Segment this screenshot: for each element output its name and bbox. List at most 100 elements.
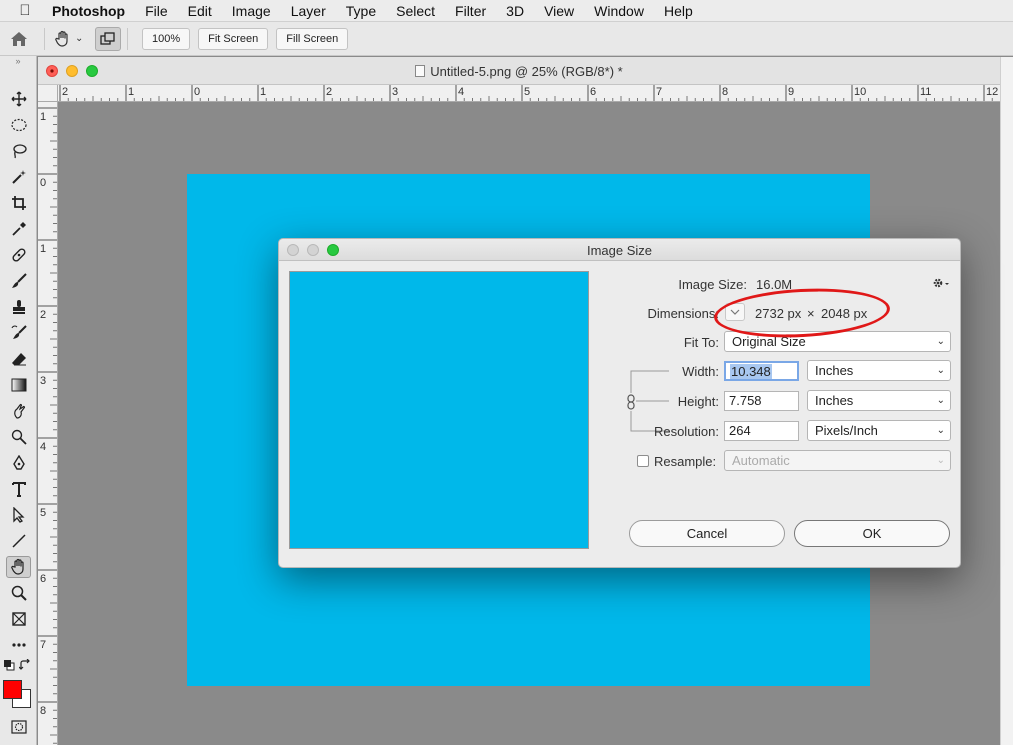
menu-window[interactable]: Window [584,0,654,22]
image-size-label: Image Size: [678,277,747,292]
image-preview[interactable] [289,271,589,549]
menu-bar:  Photoshop File Edit Image Layer Type S… [0,0,1013,22]
menu-3d[interactable]: 3D [496,0,534,22]
dodge-tool-icon[interactable] [6,426,31,448]
height-value: 7.758 [729,393,762,408]
marquee-tool-icon[interactable] [6,114,31,136]
hand-tool-icon[interactable] [6,556,31,578]
resolution-value: 264 [729,423,751,438]
width-input[interactable]: 10.348 [724,361,799,381]
path-selection-tool-icon[interactable] [6,504,31,526]
document-title-bar: Untitled-5.png @ 25% (RGB/8*) * [38,57,1000,85]
fill-screen-button[interactable]: Fill Screen [276,27,349,50]
more-tools-icon[interactable] [6,634,31,656]
dialog-title: Image Size [586,243,653,258]
ruler-v-label: 5 [40,507,46,519]
width-unit-value: Inches [815,363,854,378]
zoom-100-button[interactable]: 100% [142,27,191,50]
menu-layer[interactable]: Layer [281,0,336,22]
fit-screen-button[interactable]: Fit Screen [198,27,269,50]
brush-tool-icon[interactable] [6,270,31,292]
resolution-input[interactable]: 264 [724,421,799,441]
options-divider [127,27,128,50]
menu-select[interactable]: Select [386,0,445,22]
menu-view[interactable]: View [534,0,584,22]
quick-mask-icon[interactable] [6,716,31,738]
eyedropper-tool-icon[interactable] [6,218,31,240]
height-unit-select[interactable]: Inches ⌄ [807,390,951,411]
menu-filter[interactable]: Filter [445,0,496,22]
ruler-h-label: 12 [986,86,998,98]
pen-tool-icon[interactable] [6,452,31,474]
resolution-unit-select[interactable]: Pixels/Inch ⌄ [807,420,951,441]
width-value: 10.348 [730,364,772,379]
resample-checkbox[interactable] [637,455,649,467]
options-bar: ⌄ 100% Fit Screen Fill Screen [0,22,1013,56]
move-tool-icon[interactable] [6,88,31,110]
history-brush-tool-icon[interactable] [6,322,31,344]
chevron-down-icon: ⌄ [936,395,945,406]
ruler-h-label: 2 [62,86,68,98]
ruler-origin[interactable] [38,85,58,102]
ok-button[interactable]: OK [794,520,950,547]
vertical-scrollbar[interactable] [1000,57,1013,745]
ruler-h-label: 6 [590,86,596,98]
type-tool-icon[interactable] [6,478,31,500]
gradient-tool-icon[interactable] [6,374,31,396]
resolution-label: Resolution: [653,424,719,439]
height-input[interactable]: 7.758 [724,391,799,411]
fit-to-label: Fit To: [683,335,719,350]
ruler-v-label: 4 [40,441,46,453]
ruler-h-label: 0 [194,86,200,98]
menu-file[interactable]: File [135,0,178,22]
default-colors-icon[interactable] [2,658,16,672]
resample-method-value: Automatic [732,453,790,468]
height-label: Height: [677,394,719,409]
ruler-v-label: 0 [40,177,46,189]
frame-tool-icon[interactable] [6,608,31,630]
resample-method-select[interactable]: Automatic ⌄ [724,450,951,471]
resolution-unit-value: Pixels/Inch [815,423,878,438]
cancel-button[interactable]: Cancel [629,520,785,547]
document-title: Untitled-5.png @ 25% (RGB/8*) * [38,64,1000,79]
menu-edit[interactable]: Edit [178,0,222,22]
smudge-tool-icon[interactable] [6,400,31,422]
scroll-all-windows-icon[interactable] [95,26,121,51]
clone-stamp-tool-icon[interactable] [6,296,31,318]
apple-icon[interactable]:  [0,2,50,19]
zoom-tool-icon[interactable] [6,582,31,604]
ruler-v-label: 6 [40,573,46,585]
chevron-down-icon: ⌄ [936,365,945,376]
height-unit-value: Inches [815,393,854,408]
options-divider [44,27,45,50]
ruler-h-label: 3 [392,86,398,98]
ruler-v-label: 7 [40,639,46,651]
gear-icon[interactable] [932,276,950,290]
ruler-v-label: 1 [40,243,46,255]
line-tool-icon[interactable] [6,530,31,552]
swap-colors-icon[interactable] [18,658,32,672]
magic-wand-tool-icon[interactable] [6,166,31,188]
menu-type[interactable]: Type [336,0,386,22]
dialog-title-bar: Image Size [279,239,960,261]
chain-link-icon[interactable] [626,393,636,411]
image-size-dialog: Image Size Image Size: 16.0M Dimensions:… [278,238,961,568]
file-proxy-icon [415,65,426,77]
menu-app[interactable]: Photoshop [50,0,135,22]
menu-help[interactable]: Help [654,0,703,22]
vertical-ruler[interactable]: 1 0 1 2 3 4 5 6 7 8 [38,102,58,745]
menu-image[interactable]: Image [222,0,281,22]
hand-tool-preset-icon[interactable] [51,27,75,51]
healing-brush-tool-icon[interactable] [6,244,31,266]
horizontal-ruler[interactable]: 2 1 0 1 2 3 4 5 6 7 8 9 10 11 12 [58,85,1000,102]
width-unit-select[interactable]: Inches ⌄ [807,360,951,381]
crop-tool-icon[interactable] [6,192,31,214]
home-icon[interactable] [0,22,38,56]
foreground-color-swatch[interactable] [3,680,22,699]
ruler-h-label: 9 [788,86,794,98]
eraser-tool-icon[interactable] [6,348,31,370]
chevron-down-icon[interactable]: ⌄ [75,33,87,44]
panel-grip-icon[interactable]: » [0,56,36,66]
ruler-v-label: 3 [40,375,46,387]
lasso-tool-icon[interactable] [6,140,31,162]
